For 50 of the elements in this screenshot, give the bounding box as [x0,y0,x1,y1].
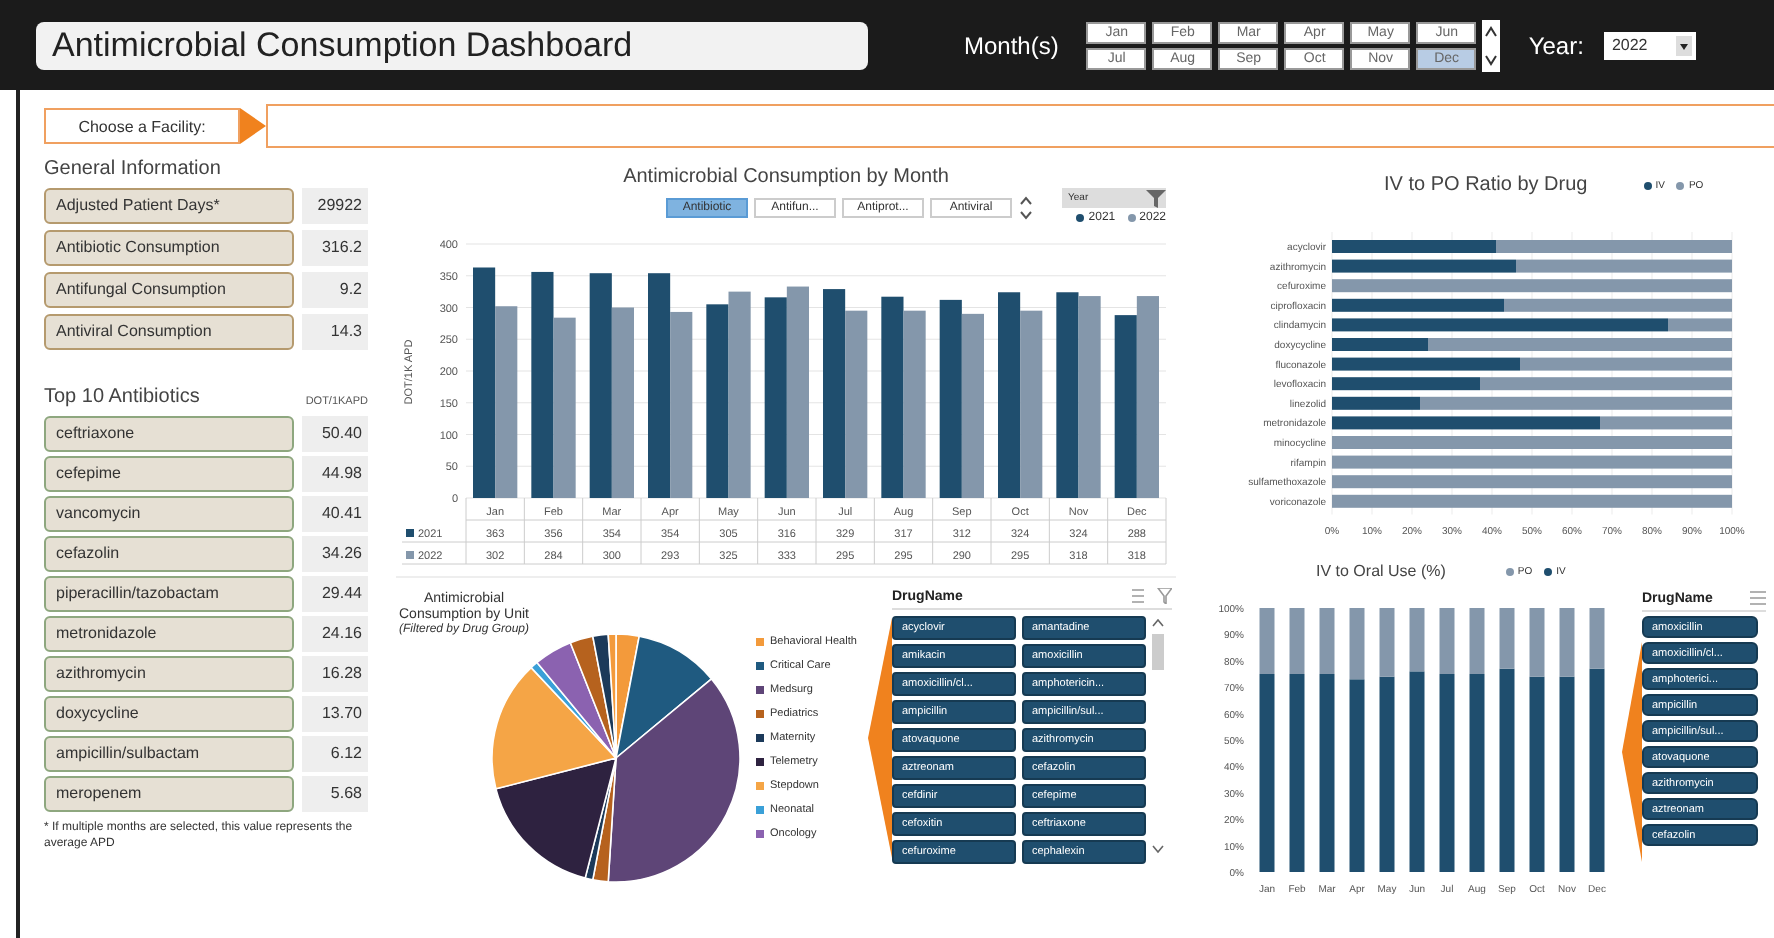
metric-value: 316.2 [302,230,368,266]
facility-label: Choose a Facility: [44,108,240,144]
metric-label: Antifungal Consumption [44,272,294,308]
antibiotic-label: azithromycin [44,656,294,692]
antibiotic-value: 24.16 [302,616,368,652]
chart-title: Antimicrobial Consumption by Month [623,166,949,188]
metric-label: Antiviral Consumption [44,314,294,350]
antibiotic-label: cefepime [44,456,294,492]
metric-value: 29922 [302,188,368,224]
antibiotic-label: ampicillin/sulbactam [44,736,294,772]
dashboard-title: Antimicrobial Consumption Dashboard [36,21,868,69]
triangle-pointer-icon [240,108,266,144]
antibiotic-value: 34.26 [302,536,368,572]
antibiotic-value: 5.68 [302,776,368,812]
metric-label: Antibiotic Consumption [44,230,294,266]
months-label: Month(s) [964,31,1059,59]
triangle-pointer-icon [1622,642,1642,862]
antibiotic-label: ceftriaxone [44,416,294,452]
section-title: Top 10 Antibiotics [44,386,200,408]
antibiotic-label: cefazolin [44,536,294,572]
scrollbar-icon[interactable] [1150,616,1166,856]
section-title: General Information [44,158,223,180]
antibiotic-label: piperacillin/tazobactam [44,576,294,612]
metric-value: 9.2 [302,272,368,308]
scroll-arrows-icon[interactable] [1018,192,1034,224]
antibiotic-value: 13.70 [302,696,368,732]
antibiotic-label: metronidazole [44,616,294,652]
antibiotic-value: 44.98 [302,456,368,492]
slicer-controls-icon[interactable] [1132,588,1172,604]
metric-label: Adjusted Patient Days* [44,188,294,224]
legend-key-icon [406,551,414,559]
scroll-arrows-icon[interactable] [1482,19,1501,71]
chart-title: IV to PO Ratio by Drug [1384,174,1588,196]
filter-icon [1146,189,1166,207]
antibiotic-value: 16.28 [302,656,368,692]
year-dropdown[interactable]: 2022 [1603,31,1696,59]
antibiotic-label: doxycycline [44,696,294,732]
metric-value: 14.3 [302,314,368,350]
facility-field[interactable] [266,104,1774,148]
antibiotic-value: 40.41 [302,496,368,532]
multi-select-icon[interactable] [1750,590,1766,606]
antibiotic-label: meropenem [44,776,294,812]
antibiotic-value: 29.44 [302,576,368,612]
antibiotic-label: vancomycin [44,496,294,532]
legend-key-icon [406,529,414,537]
antibiotic-value: 6.12 [302,736,368,772]
year-label: Year: [1528,31,1584,59]
antibiotic-value: 50.40 [302,416,368,452]
chart-title: IV to Oral Use (%) [1316,562,1446,580]
triangle-pointer-icon [868,618,892,858]
